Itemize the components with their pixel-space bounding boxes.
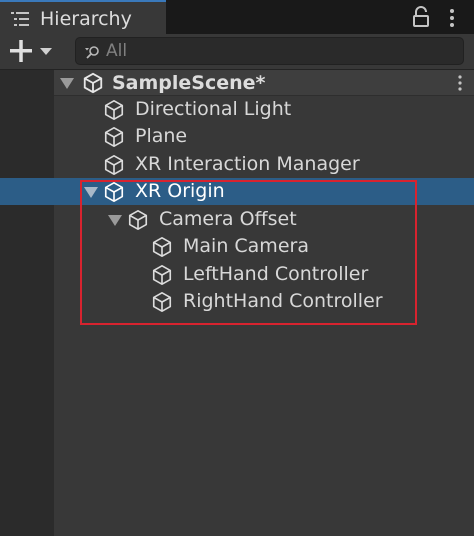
tree-item-directional-light[interactable]: Directional Light [54,96,474,123]
search-input[interactable] [106,39,451,63]
scene-row[interactable]: SampleScene* [54,70,474,96]
gameobject-cube-icon [152,292,172,312]
tree-item-lefthand-controller[interactable]: LeftHand Controller [54,261,474,288]
scene-name: SampleScene* [112,72,266,94]
tree-item-xr-interaction-manager[interactable]: XR Interaction Manager [54,151,474,178]
expand-arrow-icon[interactable] [84,187,98,199]
list-icon [11,12,29,26]
gameobject-cube-icon [152,237,172,257]
triangle-down-icon [40,48,52,55]
tree-item-label: Directional Light [135,98,292,120]
tab-title: Hierarchy [40,8,132,30]
tree-item-label: Plane [135,125,188,147]
tree-item-main-camera[interactable]: Main Camera [54,233,474,260]
hierarchy-toolbar [0,34,474,70]
tree-item-label: LeftHand Controller [183,263,369,285]
gameobject-cube-icon [128,210,148,230]
tree-item-label: XR Interaction Manager [135,153,360,175]
gameobject-cube-icon [104,182,124,202]
tab-bar: Hierarchy [0,0,474,34]
tree-item-plane[interactable]: Plane [54,123,474,150]
unity-logo-icon [83,72,103,94]
search-icon [85,46,99,59]
hierarchy-tree: SampleScene* Directional Light Plane XR … [0,70,474,536]
gameobject-cube-icon [152,265,172,285]
kebab-menu-icon[interactable] [446,7,458,29]
tab-hierarchy[interactable]: Hierarchy [0,0,166,34]
tree-item-xr-origin[interactable]: XR Origin [0,178,474,205]
lock-icon[interactable] [411,6,431,28]
tree-item-camera-offset[interactable]: Camera Offset [54,206,474,233]
tree-item-label: Main Camera [183,235,309,257]
gameobject-cube-icon [104,127,124,147]
expand-arrow-icon[interactable] [108,215,122,227]
tree-item-righthand-controller[interactable]: RightHand Controller [54,288,474,315]
gameobject-cube-icon [104,100,124,120]
tree-item-label: XR Origin [135,180,225,202]
add-button[interactable] [8,37,58,65]
scene-menu-icon[interactable] [457,75,463,91]
hierarchy-panel: Hierarchy All SampleScene* Directional L… [0,0,474,536]
expand-arrow-icon[interactable] [60,78,74,90]
tree-item-label: RightHand Controller [183,290,383,312]
plus-icon [10,40,32,62]
gameobject-cube-icon [104,155,124,175]
tree-gutter [0,70,54,536]
search-field[interactable] [75,37,464,65]
tree-item-label: Camera Offset [159,208,297,230]
